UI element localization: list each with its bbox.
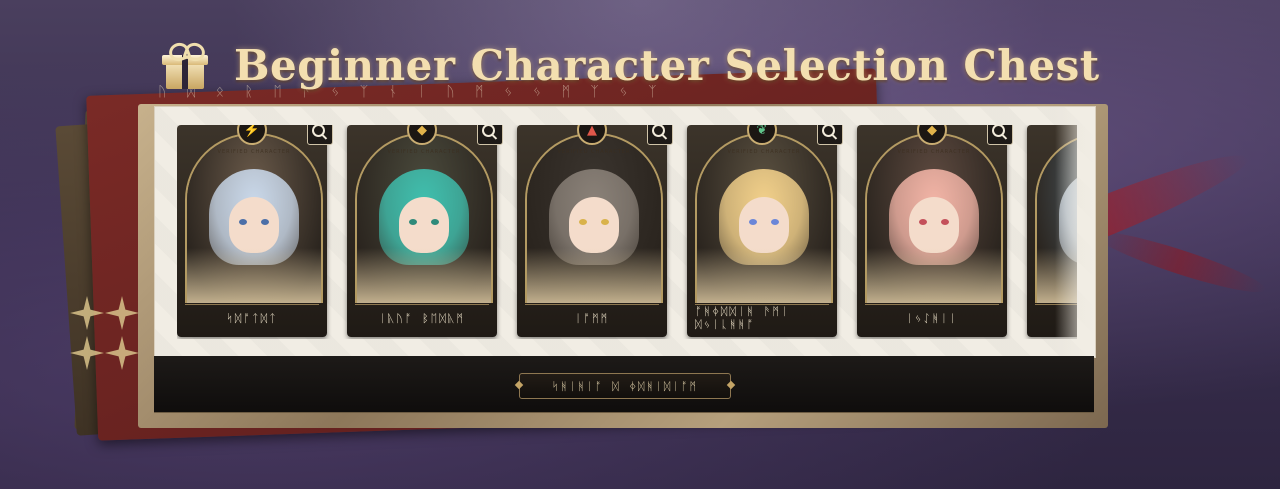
portrait-eye bbox=[431, 219, 439, 225]
portrait-eye bbox=[919, 219, 927, 225]
portrait-mist bbox=[187, 248, 321, 303]
character-card[interactable]: VERIFIED CHARACTER ᛁᚩᛗᛗ ▲ bbox=[517, 125, 673, 337]
carousel-fade bbox=[1055, 107, 1095, 357]
portrait-eye bbox=[579, 219, 587, 225]
zoom-icon[interactable] bbox=[817, 125, 843, 145]
character-name: ᚩᚻᛄᛞᛞᛁᚻ ᚫᛗᛁ ᛞᛃᛁᚳᚻᚻᚩ bbox=[695, 304, 829, 331]
card-sublabel: VERIFIED CHARACTER bbox=[727, 149, 801, 155]
zoom-icon[interactable] bbox=[307, 125, 333, 145]
portrait-face bbox=[569, 197, 619, 253]
portrait-face bbox=[739, 197, 789, 253]
character-portrait: VERIFIED CHARACTER bbox=[695, 133, 833, 303]
portrait-face bbox=[399, 197, 449, 253]
portrait-eye bbox=[941, 219, 949, 225]
character-card[interactable]: VERIFIED CHARACTER ᛁᛃᛇᚻᛁᛁ ◆ bbox=[857, 125, 1013, 337]
portrait-face bbox=[229, 197, 279, 253]
portrait-eye bbox=[771, 219, 779, 225]
gift-icon bbox=[160, 40, 210, 91]
card-sublabel: VERIFIED CHARACTER bbox=[387, 149, 461, 155]
card-sublabel: VERIFIED CHARACTER bbox=[217, 149, 291, 155]
card-sublabel: VERIFIED CHARACTER bbox=[897, 149, 971, 155]
portrait-mist bbox=[527, 248, 661, 303]
character-name: ᛋᛞᚩᛏᛞᛏ bbox=[185, 304, 319, 331]
portrait-mist bbox=[697, 248, 831, 303]
action-bar: ᛋᚻᛁᚻᛁᚩ ᛞ ᛄᛞᚻᛁᛞᛁᚩᛗ bbox=[154, 356, 1094, 413]
zoom-icon[interactable] bbox=[647, 125, 673, 145]
portrait-eye bbox=[409, 219, 417, 225]
character-carousel[interactable]: VERIFIED CHARACTER ᛋᛞᚩᛏᛞᛏ ⚡ VERIFIED CHARAC… bbox=[177, 125, 1077, 339]
character-name: ᛁᚣᚢᚩ ᛒᛖᛞᚣᛗ bbox=[355, 304, 489, 331]
character-portrait: VERIFIED CHARACTER bbox=[865, 133, 1003, 303]
portrait-eye bbox=[261, 219, 269, 225]
portrait-eye bbox=[601, 219, 609, 225]
portrait-mist bbox=[867, 248, 1001, 303]
page-title: Beginner Chаrаcter Selection Chest bbox=[234, 41, 1100, 90]
zoom-icon[interactable] bbox=[987, 125, 1013, 145]
portrait-mist bbox=[357, 248, 491, 303]
portrait-eye bbox=[239, 219, 247, 225]
character-panel: VERIFIED CHARACTER ᛋᛞᚩᛏᛞᛏ ⚡ VERIFIED CHARAC… bbox=[154, 106, 1096, 358]
header: Beginner Chаrаcter Selection Chest bbox=[160, 36, 1100, 96]
character-portrait: VERIFIED CHARACTER bbox=[185, 133, 323, 303]
character-card[interactable]: VERIFIED CHARACTER ᚩᚻᛄᛞᛞᛁᚻ ᚫᛗᛁ ᛞᛃᛁᚳᚻᚻᚩ ❦ bbox=[687, 125, 843, 337]
portrait-eye bbox=[749, 219, 757, 225]
zoom-icon[interactable] bbox=[477, 125, 503, 145]
character-card[interactable]: VERIFIED CHARACTER ᛋᛞᚩᛏᛞᛏ ⚡ bbox=[177, 125, 333, 337]
character-name: ᛁᚩᛗᛗ bbox=[525, 304, 659, 331]
background-ribbon bbox=[1090, 222, 1270, 302]
portrait-face bbox=[909, 197, 959, 253]
character-card[interactable]: VERIFIED CHARACTER ᛁᚣᚢᚩ ᛒᛖᛞᚣᛗ ◆ bbox=[347, 125, 503, 337]
character-name: ᛁᛃᛇᚻᛁᛁ bbox=[865, 304, 999, 331]
confirm-button[interactable]: ᛋᚻᛁᚻᛁᚩ ᛞ ᛄᛞᚻᛁᛞᛁᚩᛗ bbox=[519, 373, 731, 399]
card-sublabel: VERIFIED CHARACTER bbox=[557, 149, 631, 155]
character-portrait: VERIFIED CHARACTER bbox=[525, 133, 663, 303]
character-portrait: VERIFIED CHARACTER bbox=[355, 133, 493, 303]
